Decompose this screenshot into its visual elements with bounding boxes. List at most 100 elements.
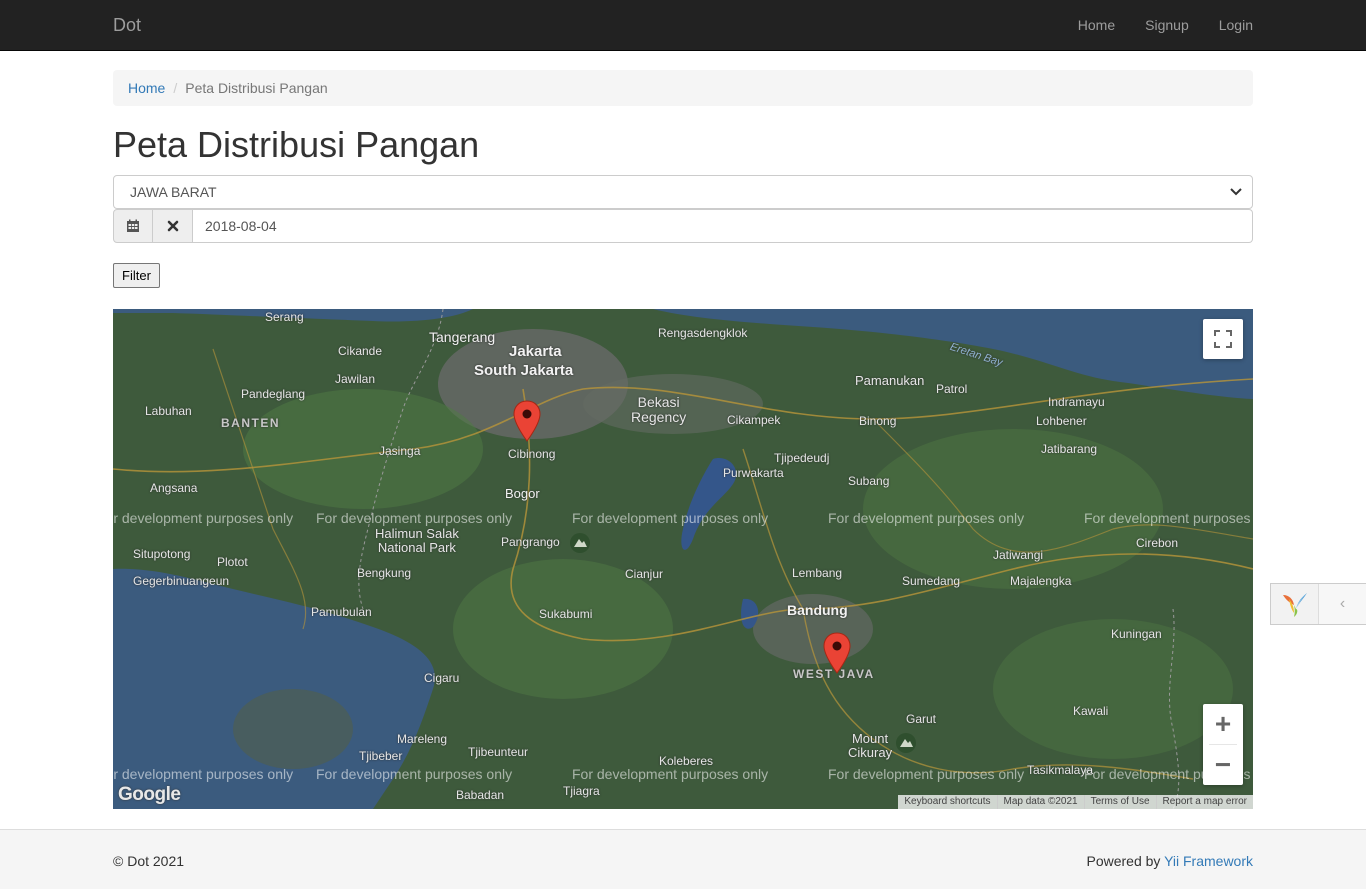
- dev-watermark: For development purposes only: [113, 766, 294, 782]
- map-label-kuningan: Kuningan: [1111, 627, 1162, 641]
- map-label-banten: BANTEN: [221, 416, 280, 430]
- footer-powered-by: Powered by Yii Framework: [1086, 853, 1253, 869]
- map-label-bogor: Bogor: [505, 486, 540, 501]
- map-label-jawilan: Jawilan: [335, 372, 376, 386]
- clear-icon[interactable]: [153, 209, 193, 243]
- map-label-indramayu: Indramayu: [1048, 395, 1105, 409]
- nav-home-link[interactable]: Home: [1048, 0, 1115, 50]
- calendar-icon[interactable]: [113, 209, 153, 243]
- map-label-tjiagra: Tjiagra: [563, 784, 600, 798]
- mountain-icon: [569, 532, 591, 557]
- dev-watermark: For development purposes only: [572, 510, 769, 526]
- map-label-kawali: Kawali: [1073, 704, 1109, 718]
- yii-framework-link[interactable]: Yii Framework: [1164, 853, 1253, 869]
- zoom-control: + −: [1203, 704, 1243, 785]
- dev-watermark: For development purposes only: [828, 510, 1025, 526]
- map-label-pandeglang: Pandeglang: [241, 387, 306, 401]
- map-canvas[interactable]: Serang Tangerang Jakarta South Jakarta R…: [113, 309, 1253, 809]
- map-marker[interactable]: [823, 632, 851, 674]
- nav-login-link[interactable]: Login: [1189, 0, 1253, 50]
- yii-logo: [1271, 584, 1319, 624]
- footer-copyright: © Dot 2021: [113, 853, 185, 869]
- map-label-plotot: Plotot: [217, 555, 248, 569]
- map-attribution: Keyboard shortcuts Map data ©2021 Terms …: [898, 795, 1253, 809]
- map-label-jakarta: Jakarta: [509, 343, 562, 360]
- map-label-bekasi: Bekasi Regency: [631, 394, 687, 425]
- navbar: Dot Home Signup Login: [0, 0, 1366, 51]
- zoom-in-button[interactable]: +: [1203, 704, 1243, 744]
- map-label-bengkung: Bengkung: [357, 566, 412, 580]
- map-data-label: Map data ©2021: [996, 795, 1084, 809]
- footer: © Dot 2021 Powered by Yii Framework: [0, 829, 1366, 889]
- chevron-down-icon: [1230, 176, 1242, 208]
- filter-button[interactable]: Filter: [113, 263, 160, 288]
- map-label-lembang: Lembang: [792, 566, 843, 580]
- map-label-tjibeber: Tjibeber: [359, 749, 403, 763]
- map-label-cigaru: Cigaru: [424, 671, 460, 685]
- map-label-cianjur: Cianjur: [625, 567, 664, 581]
- page-title: Peta Distribusi Pangan: [113, 124, 480, 165]
- zoom-out-button[interactable]: −: [1203, 745, 1243, 785]
- map-label-subang: Subang: [848, 474, 890, 488]
- map-label-lohbener: Lohbener: [1036, 414, 1087, 428]
- map-label-pamubulan: Pamubulan: [311, 605, 372, 619]
- map-label-bandung: Bandung: [787, 602, 848, 618]
- map-label-tjibeunteur: Tjibeunteur: [468, 745, 529, 759]
- keyboard-shortcuts-link[interactable]: Keyboard shortcuts: [898, 795, 996, 809]
- map-label-jatiwangi: Jatiwangi: [993, 548, 1044, 562]
- breadcrumb: Home / Peta Distribusi Pangan: [113, 70, 1253, 106]
- map-label-cibinong: Cibinong: [508, 447, 556, 461]
- map-label-pangrango: Pangrango: [501, 535, 560, 549]
- map-label-tangerang: Tangerang: [429, 329, 496, 345]
- map-label-tjipedeudj: Tjipedeudj: [774, 451, 830, 465]
- fullscreen-icon[interactable]: [1203, 319, 1243, 359]
- footer-powered-prefix: Powered by: [1086, 853, 1165, 869]
- google-logo[interactable]: Google: [118, 784, 181, 806]
- map-label-jasinga: Jasinga: [379, 444, 421, 458]
- map-label-rengasdengklok: Rengasdengklok: [658, 326, 748, 340]
- chevron-left-icon[interactable]: ‹: [1319, 584, 1366, 624]
- map-label-mount-cikuray: Mount Cikuray: [848, 731, 893, 760]
- map-label-south-jakarta: South Jakarta: [474, 362, 574, 379]
- map-label-serang: Serang: [265, 310, 304, 324]
- dev-watermark: For development purposes only: [113, 510, 294, 526]
- map-label-cirebon: Cirebon: [1136, 536, 1179, 550]
- map-label-cikande: Cikande: [338, 344, 383, 358]
- report-map-error-link[interactable]: Report a map error: [1155, 795, 1253, 809]
- dev-watermark: For development purposes only: [828, 766, 1025, 782]
- map-label-sukabumi: Sukabumi: [539, 607, 593, 621]
- map-label-jatibarang: Jatibarang: [1041, 442, 1098, 456]
- dev-watermark: For development purposes only: [1084, 510, 1253, 526]
- brand-link[interactable]: Dot: [113, 14, 141, 36]
- map-label-garut: Garut: [906, 712, 937, 726]
- map-label-pamanukan: Pamanukan: [855, 373, 925, 388]
- dev-watermark: For development purposes only: [316, 766, 513, 782]
- nav-links: Home Signup Login: [1048, 0, 1253, 50]
- map-label-patrol: Patrol: [936, 382, 968, 396]
- map-label-babadan: Babadan: [456, 788, 505, 802]
- breadcrumb-current: Peta Distribusi Pangan: [185, 80, 328, 96]
- map-terrain: [113, 309, 1253, 809]
- breadcrumb-home-link[interactable]: Home: [128, 80, 165, 96]
- yii-debug-toolbar-toggle[interactable]: ‹: [1270, 583, 1366, 625]
- map-label-cikampek: Cikampek: [727, 413, 781, 427]
- map-marker[interactable]: [513, 400, 541, 442]
- date-input[interactable]: 2018-08-04: [193, 209, 1253, 243]
- dev-watermark: For development purposes only: [572, 766, 769, 782]
- map-label-labuhan: Labuhan: [145, 404, 192, 418]
- map-label-mareleng: Mareleng: [397, 732, 448, 746]
- province-select-value: JAWA BARAT: [130, 184, 217, 200]
- province-select[interactable]: JAWA BARAT: [113, 175, 1253, 209]
- terms-of-use-link[interactable]: Terms of Use: [1083, 795, 1156, 809]
- map-label-majalengka: Majalengka: [1010, 574, 1072, 588]
- date-picker-group: 2018-08-04: [113, 209, 1253, 243]
- dev-watermark: For development purposes only: [316, 510, 513, 526]
- map-label-halimun: Halimun Salak National Park: [375, 526, 459, 555]
- mountain-icon: [895, 732, 917, 757]
- map-label-purwakarta: Purwakarta: [723, 466, 784, 480]
- nav-signup-link[interactable]: Signup: [1115, 0, 1189, 50]
- breadcrumb-separator: /: [173, 80, 178, 96]
- map-label-situpotong: Situpotong: [133, 547, 191, 561]
- map-label-genteng: Gegerbinuangeun: [133, 574, 230, 588]
- map-label-angsana: Angsana: [150, 481, 198, 495]
